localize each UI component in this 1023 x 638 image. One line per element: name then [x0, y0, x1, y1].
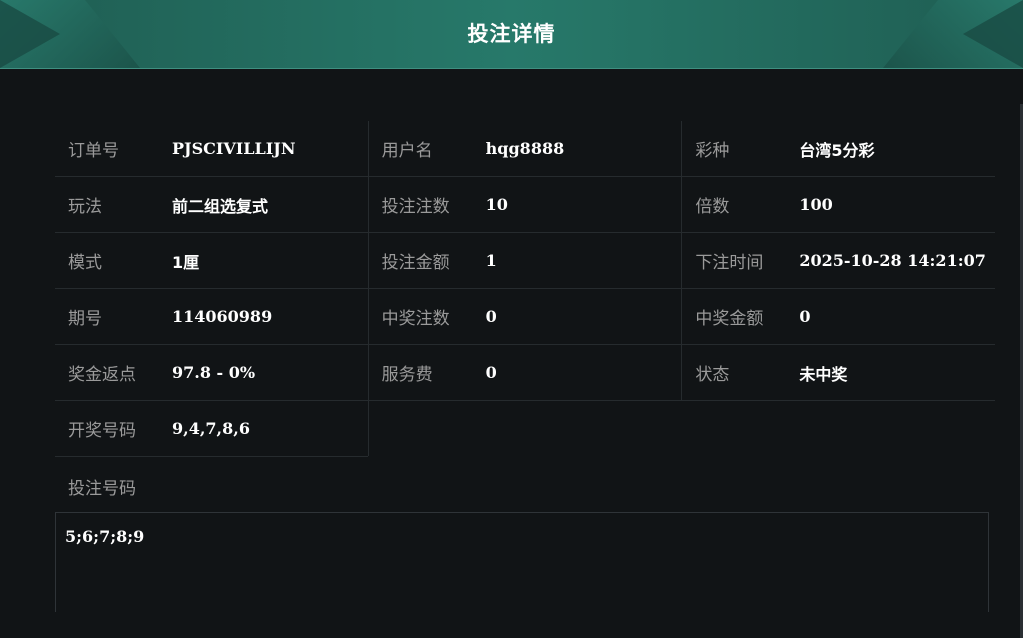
bet-count-value: 10	[485, 195, 508, 214]
detail-label: 模式	[68, 253, 102, 273]
detail-row: 模式 1厘 投注金额 1 下注时间 2025-10-28 14:21:07	[55, 233, 996, 289]
bet-amount-value: 1	[485, 251, 497, 270]
bet-details-grid: 订单号 PJSCIVILLIJN 用户名 hqg8888 彩种 台湾5分彩 玩法…	[55, 121, 996, 457]
bet-time-value: 2025-10-28 14:21:07	[799, 251, 986, 270]
mode-value: 1厘	[172, 252, 200, 272]
detail-label: 期号	[68, 309, 102, 329]
detail-issue: 期号 114060989	[55, 289, 368, 345]
bet-numbers-label: 投注号码	[68, 479, 136, 499]
detail-draw-numbers: 开奖号码 9,4,7,8,6	[55, 401, 368, 457]
lottery-value: 台湾5分彩	[799, 140, 875, 160]
draw-numbers-value: 9,4,7,8,6	[172, 419, 250, 438]
detail-row: 开奖号码 9,4,7,8,6	[55, 401, 995, 457]
service-fee-value: 0	[485, 363, 497, 382]
detail-label: 订单号	[68, 141, 119, 161]
win-count-value: 0	[485, 307, 497, 326]
detail-win-amount: 中奖金额 0	[681, 289, 996, 345]
detail-play: 玩法 前二组选复式	[55, 177, 368, 233]
status-value: 未中奖	[799, 364, 848, 384]
play-value: 前二组选复式	[172, 196, 269, 216]
win-amount-value: 0	[799, 307, 811, 326]
detail-bet-count: 投注注数 10	[367, 177, 682, 233]
order-no-value: PJSCIVILLIJN	[172, 139, 296, 158]
detail-label: 投注注数	[381, 197, 450, 217]
multiple-value: 100	[799, 195, 833, 214]
bet-numbers-value: 5;6;7;8;9	[65, 527, 145, 546]
detail-row: 期号 114060989 中奖注数 0 中奖金额 0	[55, 289, 996, 345]
detail-label: 下注时间	[695, 253, 764, 273]
detail-status: 状态 未中奖	[681, 345, 996, 401]
detail-username: 用户名 hqg8888	[367, 121, 682, 177]
detail-label: 玩法	[68, 197, 102, 217]
detail-row: 奖金返点 97.8 - 0% 服务费 0 状态 未中奖	[55, 345, 996, 401]
detail-label: 奖金返点	[68, 365, 136, 385]
detail-label: 服务费	[381, 365, 433, 385]
detail-bet-time: 下注时间 2025-10-28 14:21:07	[681, 233, 996, 289]
detail-mode: 模式 1厘	[55, 233, 368, 289]
detail-label: 投注金额	[381, 253, 450, 273]
detail-label: 开奖号码	[68, 421, 136, 441]
detail-label: 中奖金额	[695, 309, 764, 329]
detail-label: 用户名	[381, 141, 433, 161]
page-title: 投注详情	[467, 22, 556, 46]
detail-rebate: 奖金返点 97.8 - 0%	[55, 345, 368, 401]
detail-row: 订单号 PJSCIVILLIJN 用户名 hqg8888 彩种 台湾5分彩	[55, 121, 996, 177]
detail-service-fee: 服务费 0	[367, 345, 682, 401]
detail-order-no: 订单号 PJSCIVILLIJN	[55, 121, 368, 177]
detail-label: 彩种	[695, 141, 730, 161]
username-value: hqg8888	[485, 139, 565, 158]
detail-win-count: 中奖注数 0	[367, 289, 682, 345]
header-bar: 投注详情	[0, 0, 1023, 69]
detail-lottery: 彩种 台湾5分彩	[681, 121, 996, 177]
detail-bet-amount: 投注金额 1	[367, 233, 682, 289]
detail-label: 中奖注数	[381, 309, 450, 329]
detail-label: 状态	[695, 365, 730, 385]
detail-label: 倍数	[695, 197, 730, 217]
empty-cell	[368, 401, 682, 456]
bet-numbers-box: 5;6;7;8;9	[55, 512, 989, 612]
detail-multiple: 倍数 100	[681, 177, 996, 233]
detail-row: 玩法 前二组选复式 投注注数 10 倍数 100	[55, 177, 996, 233]
issue-value: 114060989	[172, 307, 273, 326]
rebate-value: 97.8 - 0%	[172, 363, 256, 382]
